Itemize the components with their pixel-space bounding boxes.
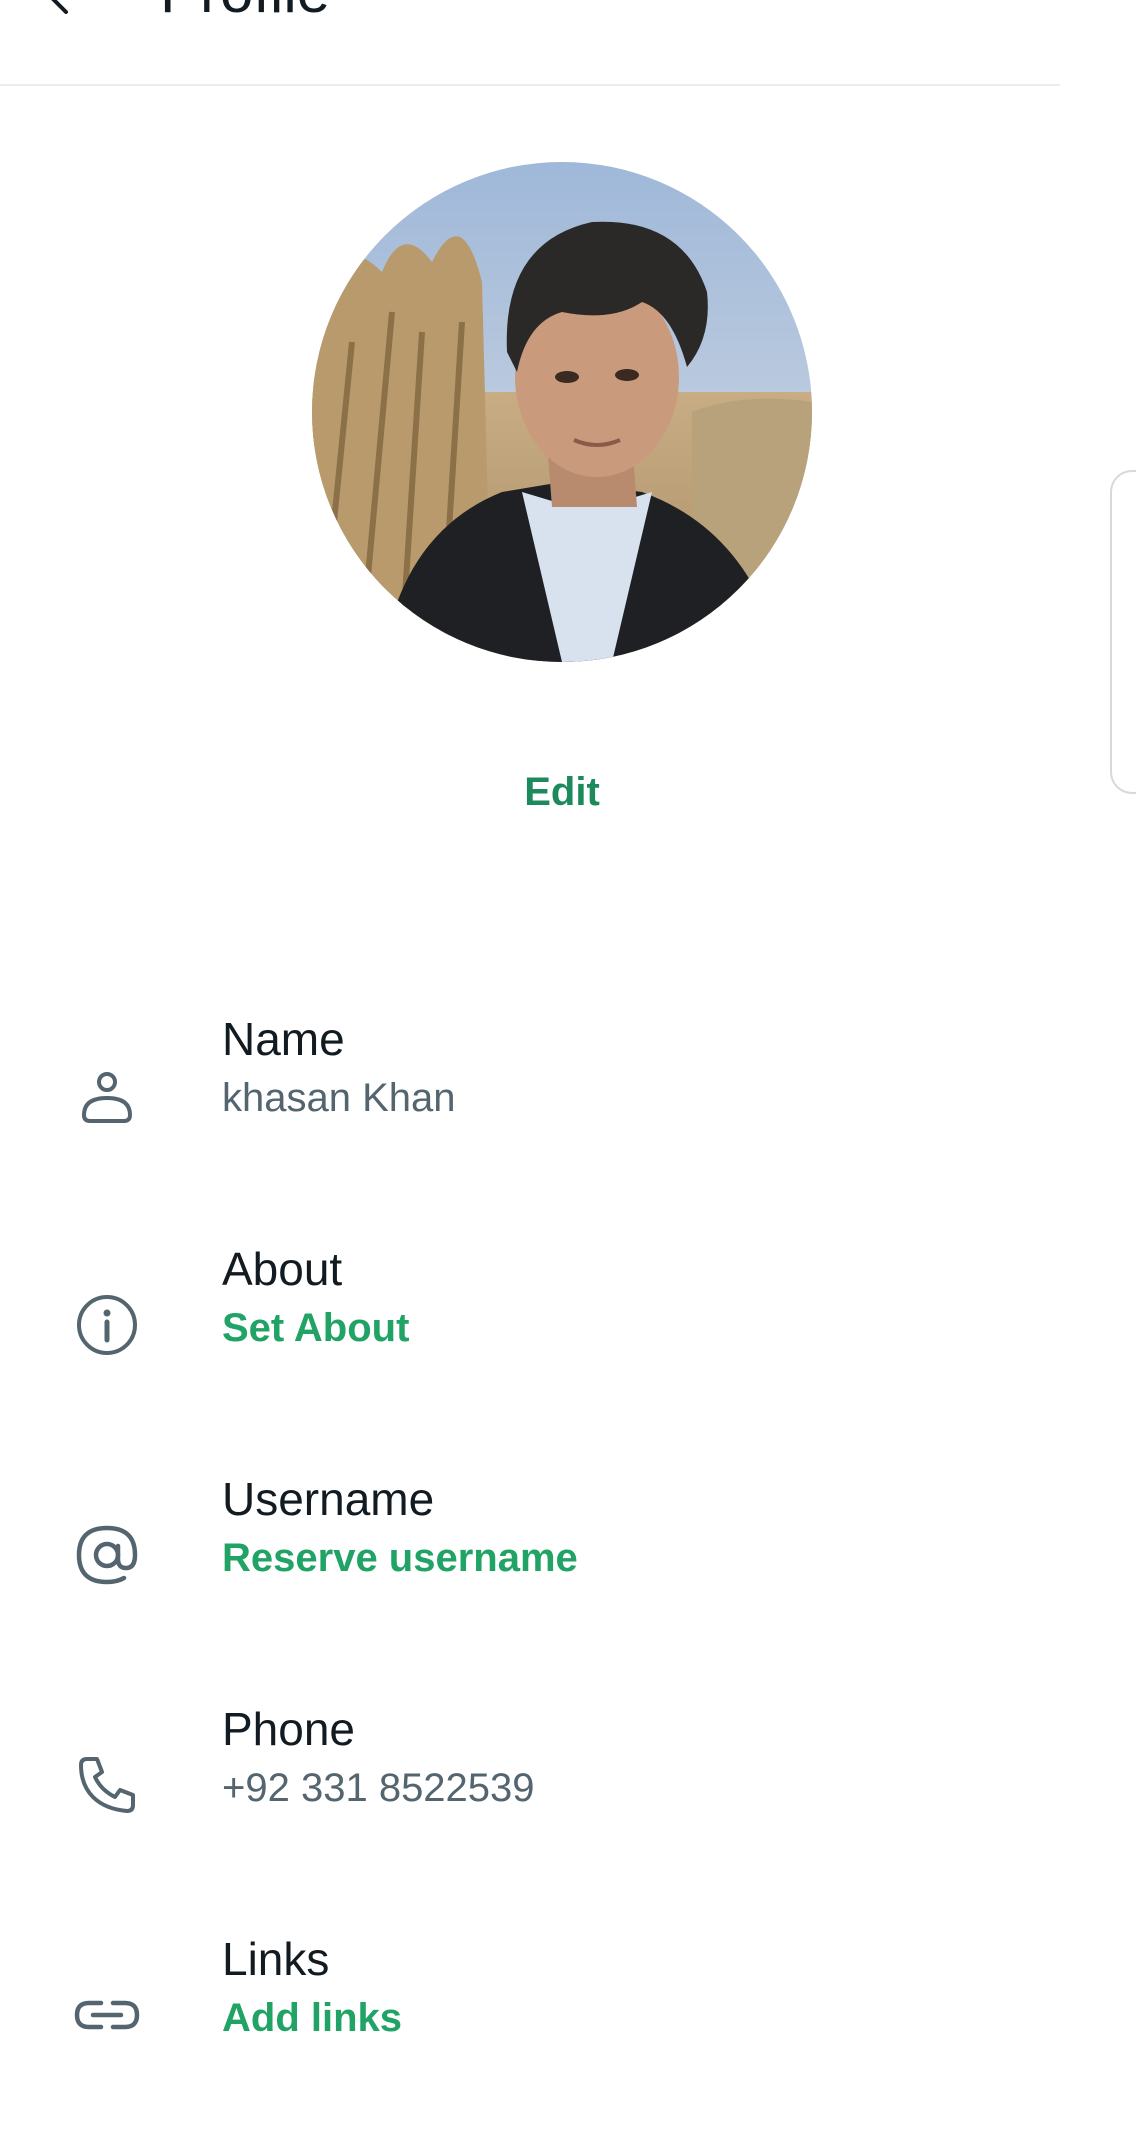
- avatar[interactable]: [312, 162, 812, 662]
- set-about-link[interactable]: Set About: [222, 1302, 409, 1354]
- reserve-username-link[interactable]: Reserve username: [222, 1532, 578, 1584]
- profile-row-about[interactable]: About Set About: [0, 1240, 1060, 1440]
- edge-panel-handle[interactable]: [1110, 470, 1136, 794]
- phone-icon: [70, 1748, 144, 1822]
- row-label: Username: [222, 1473, 435, 1525]
- arrow-back-icon: [40, 0, 80, 23]
- profile-row-username[interactable]: Username Reserve username: [0, 1470, 1060, 1670]
- row-value: khasan Khan: [222, 1076, 456, 1120]
- page-title: Profile: [160, 0, 330, 28]
- app-bar: Profile: [0, 0, 1060, 86]
- row-label: Name: [222, 1013, 345, 1065]
- link-icon: [70, 1978, 144, 2052]
- profile-screen: Profile: [0, 0, 1136, 2132]
- profile-row-name[interactable]: Name khasan Khan: [0, 1010, 1060, 1210]
- profile-row-phone[interactable]: Phone +92 331 8522539: [0, 1700, 1060, 1900]
- row-value: +92 331 8522539: [222, 1766, 535, 1810]
- at-sign-icon: [70, 1518, 144, 1592]
- person-icon: [70, 1058, 144, 1132]
- row-label: Phone: [222, 1703, 356, 1755]
- row-label: Links: [222, 1933, 330, 1985]
- edit-photo-button[interactable]: Edit: [0, 770, 1124, 815]
- row-label: About: [222, 1243, 343, 1295]
- add-links-link[interactable]: Add links: [222, 1992, 402, 2044]
- back-button[interactable]: [36, 0, 84, 24]
- profile-photo: [312, 162, 812, 662]
- info-icon: [70, 1288, 144, 1362]
- profile-row-links[interactable]: Links Add links: [0, 1930, 1060, 2130]
